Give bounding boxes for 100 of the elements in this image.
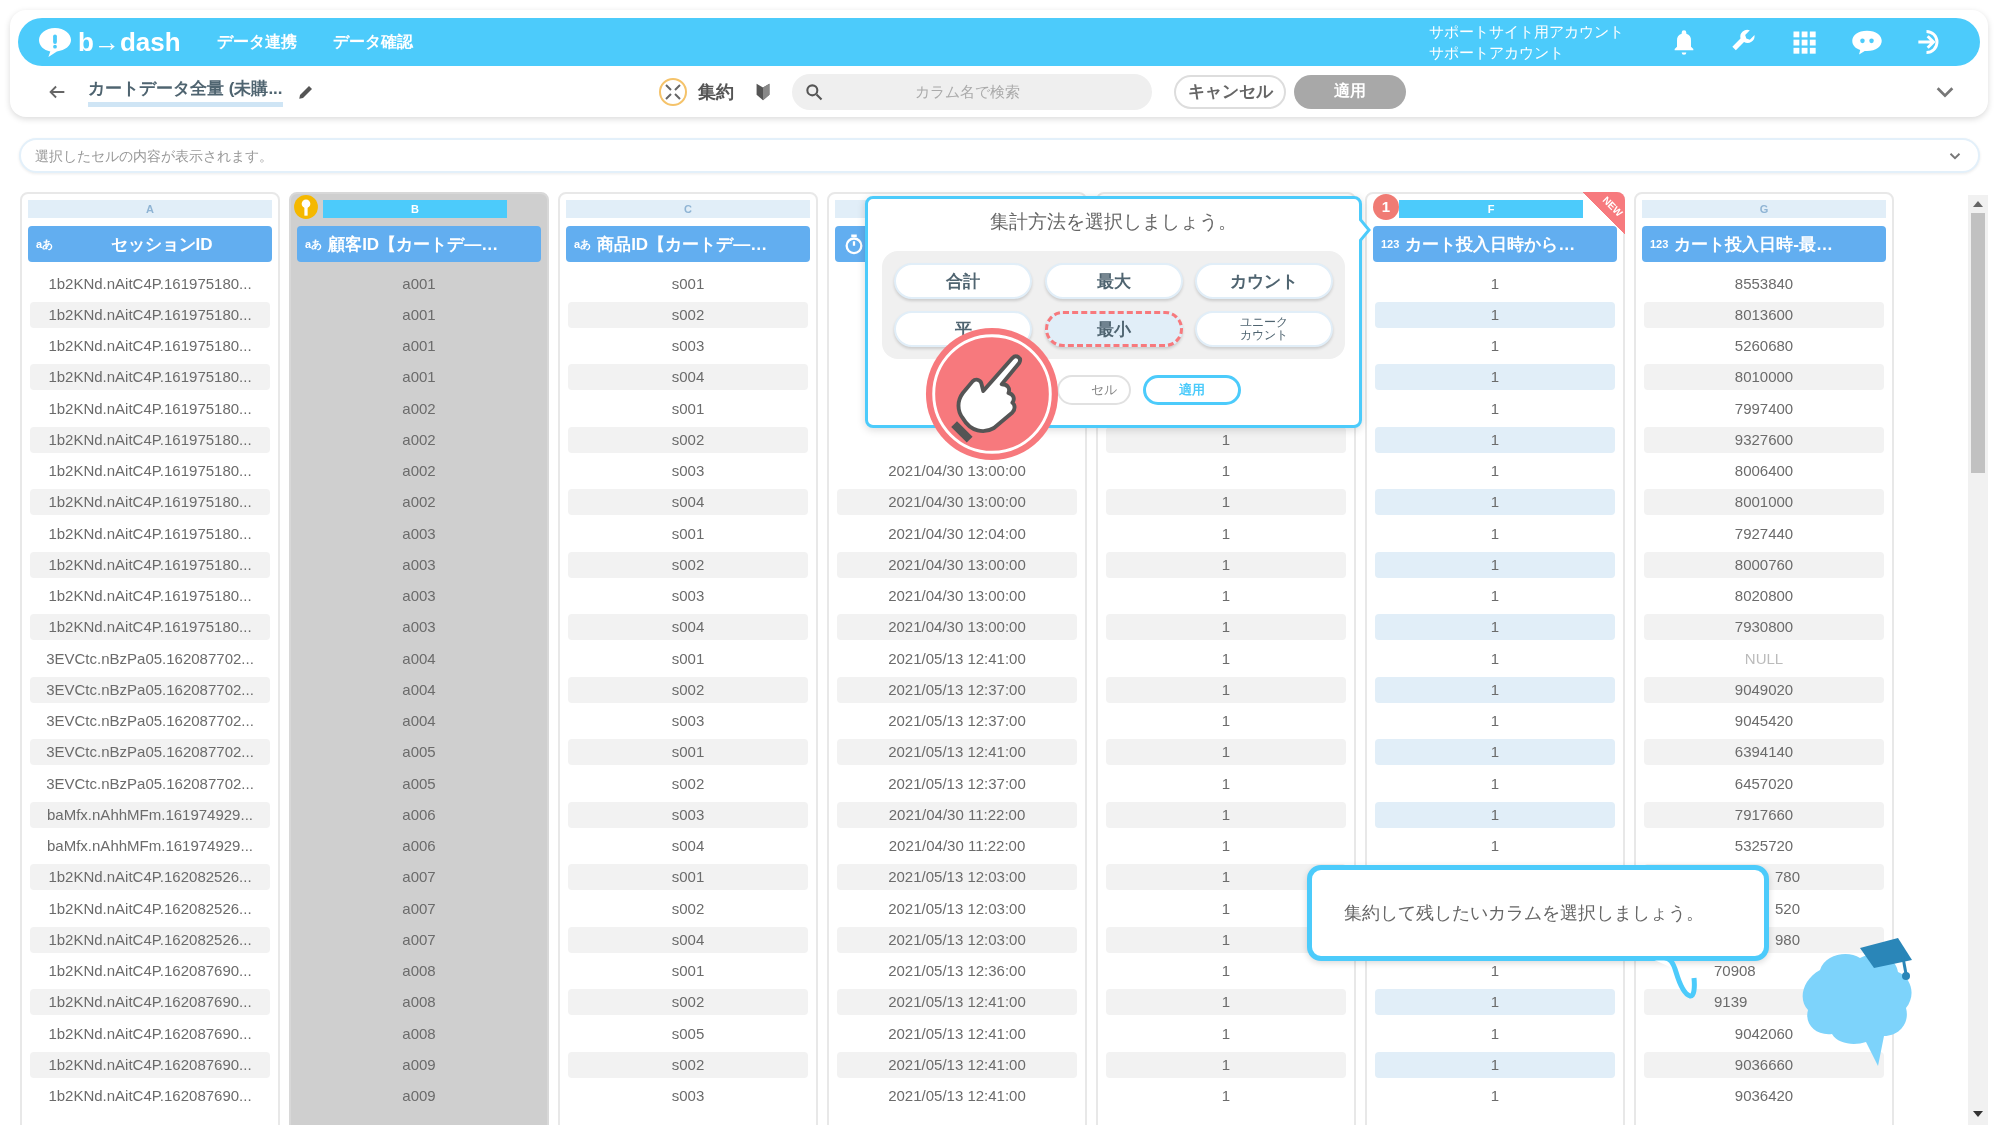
aggregate-icon[interactable] (658, 76, 688, 107)
table-cell[interactable]: 2021/04/30 11:22:00 (837, 801, 1077, 828)
table-cell[interactable]: 1b2KNd.nAitC4P.161975180... (30, 395, 270, 422)
table-cell[interactable]: a004 (299, 645, 539, 672)
table-cell[interactable]: 1 (1106, 958, 1346, 985)
table-cell[interactable]: baMfx.nAhhMFm.161974929... (30, 833, 270, 860)
table-cell[interactable]: 3EVCtc.nBzPa05.162087702... (30, 708, 270, 735)
table-cell[interactable]: 1 (1375, 551, 1615, 578)
table-cell[interactable]: 1b2KNd.nAitC4P.161975180... (30, 301, 270, 328)
table-cell[interactable]: 9327600 (1644, 426, 1884, 453)
table-cell[interactable]: s003 (568, 583, 808, 610)
table-cell[interactable]: 8010000 (1644, 364, 1884, 391)
table-cell[interactable]: 2021/04/30 13:00:00 (837, 458, 1077, 485)
table-cell[interactable]: s001 (568, 958, 808, 985)
table-cell[interactable]: 8006400 (1644, 458, 1884, 485)
table-cell[interactable]: 2021/05/13 12:41:00 (837, 989, 1077, 1016)
method-button[interactable]: ユニークカウント (1195, 311, 1333, 347)
table-cell[interactable]: s004 (568, 614, 808, 641)
table-cell[interactable]: 1 (1375, 426, 1615, 453)
table-cell[interactable]: 3EVCtc.nBzPa05.162087702... (30, 676, 270, 703)
table-cell[interactable]: 2021/05/13 12:41:00 (837, 645, 1077, 672)
table-cell[interactable]: 2021/04/30 11:22:00 (837, 833, 1077, 860)
table-cell[interactable]: 3EVCtc.nBzPa05.162087702... (30, 739, 270, 766)
table-cell[interactable]: 2021/04/30 13:00:00 (837, 583, 1077, 610)
table-cell[interactable]: 2021/05/13 12:03:00 (837, 895, 1077, 922)
table-cell[interactable]: 1b2KNd.nAitC4P.161975180... (30, 551, 270, 578)
table-cell[interactable]: a009 (299, 1051, 539, 1078)
table-cell[interactable]: 1 (1375, 645, 1615, 672)
table-cell[interactable]: 1 (1375, 958, 1615, 985)
table-cell[interactable]: 1 (1106, 833, 1346, 860)
table-cell[interactable]: 1 (1375, 270, 1615, 297)
table-cell[interactable]: 1 (1375, 1083, 1615, 1110)
table-cell[interactable]: 1 (1375, 395, 1615, 422)
table-cell[interactable]: 7927440 (1644, 520, 1884, 547)
table-cell[interactable]: a006 (299, 801, 539, 828)
table-cell[interactable]: 1 (1375, 458, 1615, 485)
table-cell[interactable]: 9036420 (1644, 1083, 1884, 1110)
cancel-button[interactable]: セル (1056, 375, 1131, 405)
table-cell[interactable]: 3EVCtc.nBzPa05.162087702... (30, 645, 270, 672)
table-cell[interactable]: 1 (1375, 708, 1615, 735)
table-cell[interactable]: 8020800 (1644, 583, 1884, 610)
table-cell[interactable]: 1 (1375, 301, 1615, 328)
table-cell[interactable]: 1b2KNd.nAitC4P.161975180... (30, 426, 270, 453)
table-cell[interactable]: 8001000 (1644, 489, 1884, 516)
table-cell[interactable]: a009 (299, 1083, 539, 1110)
table-cell[interactable]: 9036660 (1644, 1051, 1884, 1078)
table-cell[interactable]: 1b2KNd.nAitC4P.162087690... (30, 958, 270, 985)
table-cell[interactable]: a001 (299, 301, 539, 328)
table-cell[interactable]: 1b2KNd.nAitC4P.161975180... (30, 583, 270, 610)
table-cell[interactable]: 1 (1106, 676, 1346, 703)
table-cell[interactable]: a008 (299, 989, 539, 1016)
table-cell[interactable]: s001 (568, 270, 808, 297)
table-cell[interactable]: 2021/05/13 12:37:00 (837, 770, 1077, 797)
table-cell[interactable]: 1 (1106, 989, 1346, 1016)
table-cell[interactable]: a002 (299, 458, 539, 485)
table-cell[interactable]: 3EVCtc.nBzPa05.162087702... (30, 770, 270, 797)
table-cell[interactable]: a005 (299, 770, 539, 797)
table-cell[interactable]: s002 (568, 770, 808, 797)
table-cell[interactable]: 9045420 (1644, 708, 1884, 735)
table-cell[interactable]: 8553840 (1644, 270, 1884, 297)
table-cell[interactable]: baMfx.nAhhMFm.161974929... (30, 801, 270, 828)
table-cell[interactable]: 2021/04/30 13:00:00 (837, 551, 1077, 578)
table-cell[interactable]: 1b2KNd.nAitC4P.162087690... (30, 1051, 270, 1078)
table-cell[interactable]: 1 (1375, 614, 1615, 641)
table-cell[interactable]: a007 (299, 864, 539, 891)
table-cell[interactable]: s001 (568, 395, 808, 422)
table-cell[interactable]: 7930800 (1644, 614, 1884, 641)
table-cell[interactable]: 1 (1106, 426, 1346, 453)
table-cell[interactable]: s002 (568, 989, 808, 1016)
table-cell[interactable]: 1b2KNd.nAitC4P.162087690... (30, 1083, 270, 1110)
table-cell[interactable]: 8013600 (1644, 301, 1884, 328)
table-cell[interactable]: 2021/05/13 12:37:00 (837, 676, 1077, 703)
table-cell[interactable]: 1 (1106, 1051, 1346, 1078)
table-cell[interactable]: 1 (1106, 645, 1346, 672)
table-cell[interactable]: 1 (1106, 708, 1346, 735)
table-cell[interactable]: 2021/04/30 13:00:00 (837, 489, 1077, 516)
table-cell[interactable]: s002 (568, 301, 808, 328)
table-cell[interactable]: 1 (1375, 364, 1615, 391)
table-cell[interactable]: 1b2KNd.nAitC4P.161975180... (30, 333, 270, 360)
method-button[interactable]: カウント (1195, 263, 1333, 299)
table-cell[interactable]: 2021/05/13 12:41:00 (837, 1083, 1077, 1110)
table-cell[interactable]: 1b2KNd.nAitC4P.161975180... (30, 270, 270, 297)
cancel-button[interactable]: キャンセル (1174, 74, 1286, 109)
table-cell[interactable]: a007 (299, 895, 539, 922)
table-cell[interactable]: s003 (568, 1083, 808, 1110)
table-cell[interactable]: 2021/04/30 13:00:00 (837, 614, 1077, 641)
table-cell[interactable]: 6394140 (1644, 739, 1884, 766)
table-cell[interactable]: s004 (568, 833, 808, 860)
table-cell[interactable]: 1b2KNd.nAitC4P.162082526... (30, 895, 270, 922)
table-cell[interactable]: 1b2KNd.nAitC4P.162082526... (30, 926, 270, 953)
table-cell[interactable]: 1 (1375, 676, 1615, 703)
scroll-up-icon[interactable] (1973, 201, 1983, 207)
table-cell[interactable]: 1 (1375, 520, 1615, 547)
table-cell[interactable]: a004 (299, 708, 539, 735)
table-cell[interactable]: 5325720 (1644, 833, 1884, 860)
table-cell[interactable]: 2021/05/13 12:41:00 (837, 739, 1077, 766)
table-cell[interactable]: s001 (568, 739, 808, 766)
table-cell[interactable]: s004 (568, 364, 808, 391)
table-cell[interactable]: 1 (1375, 739, 1615, 766)
table-cell[interactable]: a001 (299, 333, 539, 360)
